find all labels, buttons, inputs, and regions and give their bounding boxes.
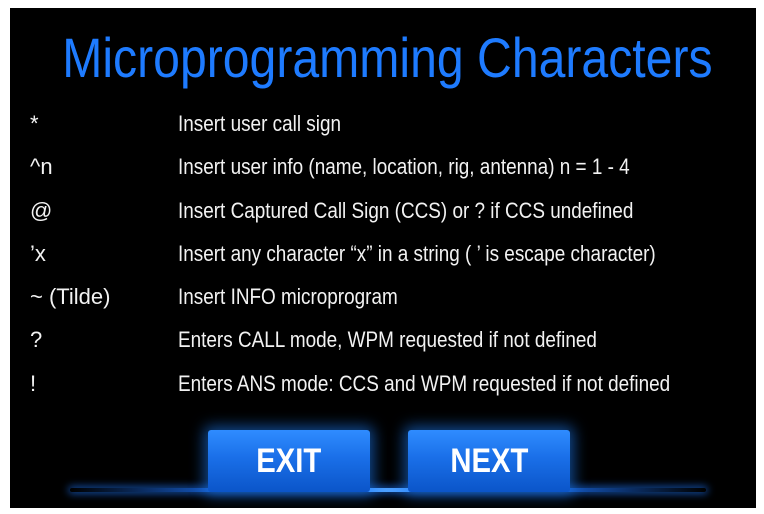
char-description: Enters ANS mode: CCS and WPM requested i…: [178, 370, 671, 396]
char-description: Insert user call sign: [178, 111, 341, 136]
char-symbol: ~ (Tilde): [30, 284, 111, 310]
list-item-caret-n: ^n Insert user info (name, location, rig…: [10, 149, 756, 192]
next-button-label: NEXT: [450, 442, 528, 480]
exit-button[interactable]: EXIT: [208, 430, 370, 492]
char-description: Insert user info (name, location, rig, a…: [178, 154, 630, 180]
char-symbol: ’x: [30, 240, 46, 266]
next-button[interactable]: NEXT: [408, 430, 570, 492]
char-description: Insert INFO microprogram: [178, 284, 398, 310]
exit-button-label: EXIT: [256, 442, 322, 480]
page-title: Microprogramming Characters: [62, 26, 713, 89]
character-list: * Insert user call sign ^n Insert user i…: [10, 106, 756, 409]
list-item-exclamation: ! Enters ANS mode: CCS and WPM requested…: [10, 366, 756, 409]
list-item-tilde: ~ (Tilde) Insert INFO microprogram: [10, 279, 756, 322]
list-item-asterisk: * Insert user call sign: [10, 106, 756, 149]
help-screen: Microprogramming Characters * Insert use…: [10, 8, 756, 508]
char-symbol: @: [30, 197, 53, 223]
char-symbol: ?: [30, 327, 43, 353]
char-symbol: *: [30, 111, 39, 136]
char-description: Insert any character “x” in a string ( ’…: [178, 240, 656, 266]
char-symbol: ^n: [30, 154, 53, 180]
list-item-question: ? Enters CALL mode, WPM requested if not…: [10, 322, 756, 365]
list-item-at: @ Insert Captured Call Sign (CCS) or ? i…: [10, 193, 756, 236]
button-underline-glow: [70, 488, 706, 492]
char-description: Enters CALL mode, WPM requested if not d…: [178, 327, 597, 353]
char-description: Insert Captured Call Sign (CCS) or ? if …: [178, 197, 634, 223]
char-symbol: !: [30, 370, 37, 396]
list-item-escape: ’x Insert any character “x” in a string …: [10, 236, 756, 279]
